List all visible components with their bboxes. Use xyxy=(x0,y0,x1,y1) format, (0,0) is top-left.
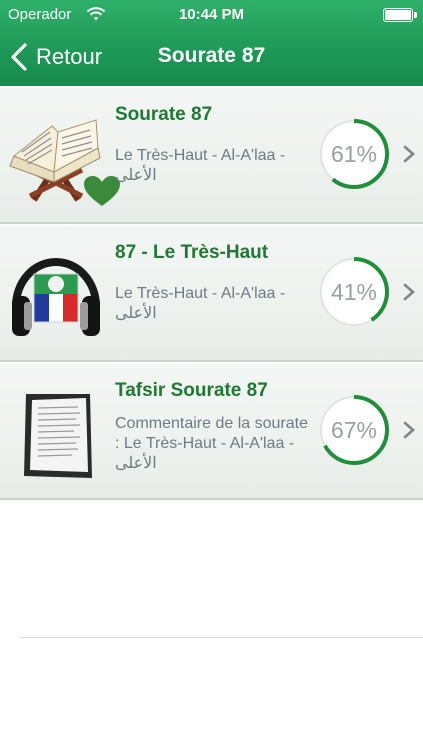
progress-ring: 61% xyxy=(319,119,389,189)
item-title: 87 - Le Très-Haut xyxy=(115,242,269,263)
item-title: Sourate 87 xyxy=(115,104,213,125)
progress-label: 41% xyxy=(331,279,377,305)
chevron-right-icon xyxy=(403,283,415,301)
item-subtitle: Commentaire de la sourate : Le Très-Haut… xyxy=(115,415,308,472)
item-subtitle: Le Très-Haut - Al-A'laa - الأعلى xyxy=(115,147,286,184)
status-time: 10:44 PM xyxy=(178,6,245,23)
navigation-bar: Retour Sourate 87 xyxy=(0,32,423,82)
progress-label: 67% xyxy=(331,417,377,443)
item-subtitle: Le Très-Haut - Al-A'laa - الأعلى xyxy=(115,285,286,322)
progress-ring: 67% xyxy=(319,395,389,465)
list-item-audio[interactable]: 87 - Le Très-Haut Le Très-Haut - Al-A'la… xyxy=(0,224,423,484)
empty-cell-separator xyxy=(20,637,423,638)
list-item-tafsir[interactable]: Tafsir Sourate 87 Commentaire de la sour… xyxy=(0,362,423,500)
item-title: Tafsir Sourate 87 xyxy=(115,380,268,401)
chevron-right-icon xyxy=(403,145,415,163)
battery-icon xyxy=(383,8,417,22)
list-item-sourate[interactable]: Sourate 87 Le Très-Haut - Al-A'laa - الأ… xyxy=(0,86,423,224)
content-list: Sourate 87 Le Très-Haut - Al-A'laa - الأ… xyxy=(0,86,423,500)
clipboard-document-icon xyxy=(24,394,92,478)
progress-label: 61% xyxy=(331,141,377,167)
page-title: Sourate 87 xyxy=(157,44,266,67)
headphones-flag-icon xyxy=(12,258,100,336)
chevron-right-icon xyxy=(403,421,415,439)
status-bar: Operador 10:44 PM xyxy=(0,0,423,30)
top-bar: Operador 10:44 PM Retour Sourate 87 xyxy=(0,0,423,86)
progress-ring: 41% xyxy=(319,257,389,327)
